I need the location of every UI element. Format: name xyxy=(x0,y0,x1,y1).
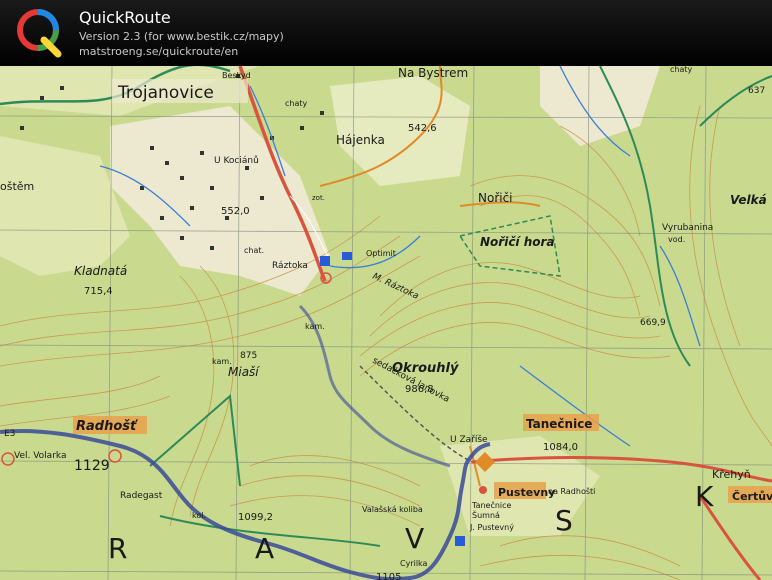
topographic-map-canvas[interactable]: Na Bystrem Trojanovice Beskyd chaty chat… xyxy=(0,66,772,580)
label-sumna: Šumná xyxy=(472,509,500,520)
label-bystrem: Na Bystrem xyxy=(398,66,468,80)
label-chaty: chaty xyxy=(285,99,308,108)
label-tanecnice-small: Tanečnice xyxy=(471,500,512,510)
label-region-letter: A xyxy=(255,532,274,565)
label-kam: kam. xyxy=(305,322,325,331)
label-elev-5426: 542,6 xyxy=(408,123,437,134)
app-header: QuickRoute Version 2.3 (for www.bestik.c… xyxy=(0,0,772,66)
label-elev-10840: 1084,0 xyxy=(543,442,578,453)
label-elev-10992: 1099,2 xyxy=(238,512,273,523)
label-radhost: Radhošť xyxy=(76,419,138,434)
label-chaty: chaty xyxy=(670,66,693,74)
label-region-letter: V xyxy=(405,522,424,555)
label-u-zarise: U Zaříše xyxy=(450,434,488,445)
label-norici-hora: Nořičí hora xyxy=(480,235,555,249)
label-elev-637: 637 xyxy=(748,86,765,96)
label-elev-1105: 1105 xyxy=(376,572,401,580)
label-valasska: Valašská koliba xyxy=(362,504,423,514)
label-elev-1129: 1129 xyxy=(74,458,110,474)
label-elev-875: 875 xyxy=(240,351,257,361)
app-title: QuickRoute xyxy=(79,8,171,27)
label-kladnata: Kladnatá xyxy=(74,264,127,278)
label-miasi: Miaší xyxy=(228,365,260,379)
label-hajenka: Hájenka xyxy=(336,133,385,147)
label-region-letter: K xyxy=(695,480,714,513)
label-krehyn: Křehyň xyxy=(712,468,751,481)
label-besky: Beskyd xyxy=(222,71,251,80)
label-vyrubanina: Vyrubanina xyxy=(662,223,713,233)
label-raztoka: Ráztoka xyxy=(272,261,308,271)
label-volarka: Vel. Volarka xyxy=(14,451,66,461)
label-certuv: Čertův xyxy=(732,490,772,503)
label-cyrilka: Cyrilka xyxy=(400,559,428,568)
label-tanecnice: Tanečnice xyxy=(526,417,592,431)
label-e3: E3 xyxy=(4,429,15,439)
website-link[interactable]: matstroeng.se/quickroute/en xyxy=(79,45,238,58)
quickroute-logo-icon xyxy=(17,9,62,58)
label-vod: vod. xyxy=(668,235,685,244)
label-optimit: Optimit xyxy=(366,249,396,258)
label-norici: Nořiči xyxy=(478,191,513,205)
label-elev-6699: 669,9 xyxy=(640,318,666,328)
label-trojanovice: Trojanovice xyxy=(117,83,214,103)
label-elev-7154: 715,4 xyxy=(84,286,113,297)
label-chat: chat. xyxy=(244,246,264,255)
label-na-radhosti: na Radhošti xyxy=(548,486,595,496)
label-kostem: oštěm xyxy=(0,180,34,193)
label-radegast: Radegast xyxy=(120,491,163,501)
label-elev-5520: 552,0 xyxy=(221,206,250,217)
version-text: Version 2.3 (for www.bestik.cz/mapy) xyxy=(79,30,284,43)
label-j-pustevny: J. Pustevný xyxy=(469,523,514,532)
label-region-letter: S xyxy=(555,504,573,537)
label-region-letter: R xyxy=(108,532,127,565)
label-kocianu: U Kociánů xyxy=(214,155,259,166)
label-velka: Velká xyxy=(730,193,767,207)
route-map[interactable]: Na Bystrem Trojanovice Beskyd chaty chat… xyxy=(0,66,772,580)
label-zot: zot. xyxy=(312,194,325,202)
label-kol: kol. xyxy=(192,511,206,520)
label-pustevny: Pustevny xyxy=(498,486,555,499)
